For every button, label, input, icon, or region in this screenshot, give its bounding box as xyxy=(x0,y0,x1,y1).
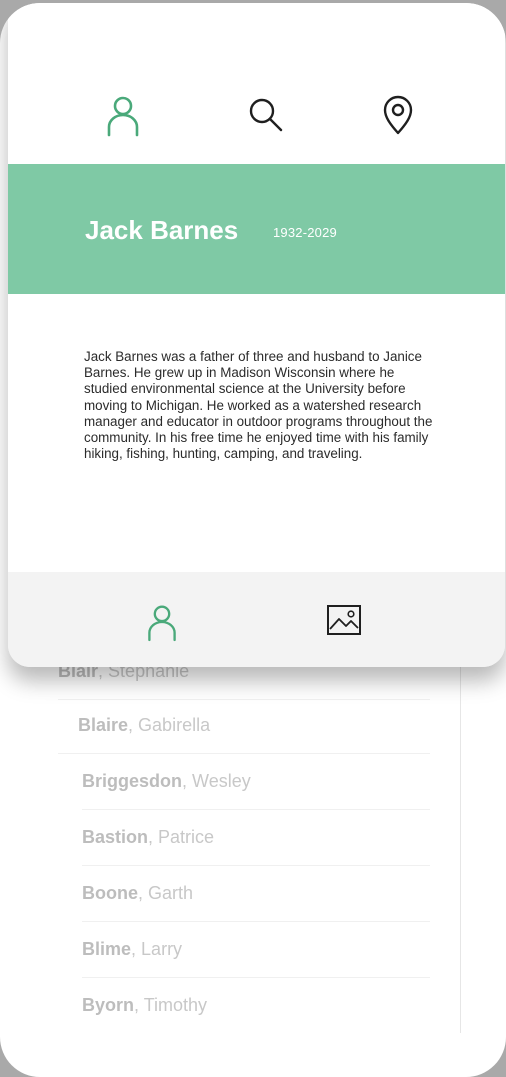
people-list: Blair, Stephanie Blaire, Gabirella Brigg… xyxy=(0,643,506,1063)
profile-bio: Jack Barnes was a father of three and hu… xyxy=(84,349,433,462)
profile-years: 1932-2029 xyxy=(273,225,337,240)
list-item[interactable]: Bastion, Patrice xyxy=(82,809,430,866)
list-item-first-name: Patrice xyxy=(158,827,215,847)
profile-tab-button[interactable] xyxy=(99,91,147,139)
list-item-first-name: Timothy xyxy=(143,995,208,1015)
list-item-first-name: Larry xyxy=(141,939,183,959)
profile-name: Jack Barnes xyxy=(85,215,239,245)
image-icon xyxy=(327,605,361,635)
person-icon xyxy=(107,96,139,137)
search-button[interactable] xyxy=(242,91,290,139)
top-navigation xyxy=(8,91,505,141)
location-pin-icon xyxy=(383,95,413,135)
list-item[interactable]: Briggesdon, Wesley xyxy=(82,753,430,810)
list-item-last-name: Boone xyxy=(82,883,138,903)
phone-frame: Blair, Stephanie Blaire, Gabirella Brigg… xyxy=(0,3,506,1077)
profile-header-banner xyxy=(8,164,505,294)
list-item[interactable]: Boone, Garth xyxy=(82,865,430,922)
list-item-first-name: Garth xyxy=(148,883,194,903)
person-icon xyxy=(148,605,176,642)
list-item-last-name: Byorn xyxy=(82,995,135,1015)
list-item-last-name: Blaire xyxy=(78,715,129,735)
list-item-last-name: Bastion xyxy=(82,827,149,847)
gallery-tab[interactable] xyxy=(320,596,368,644)
location-button[interactable] xyxy=(374,91,422,139)
search-icon xyxy=(249,98,283,132)
list-item[interactable]: Blime, Larry xyxy=(82,921,430,978)
profile-card: Jack Barnes 1932-2029 Jack Barnes was a … xyxy=(8,3,505,667)
list-item-first-name: Gabirella xyxy=(138,715,211,735)
list-item[interactable]: Byorn, Timothy xyxy=(82,977,430,1033)
list-item[interactable]: Blaire, Gabirella xyxy=(58,697,430,754)
list-item-first-name: Wesley xyxy=(192,771,251,791)
bottom-navigation xyxy=(8,572,505,667)
profile-info-tab[interactable] xyxy=(138,598,186,646)
list-item-last-name: Blime xyxy=(82,939,132,959)
list-scrollbar-track xyxy=(460,663,461,1033)
list-item-last-name: Briggesdon xyxy=(82,771,183,791)
